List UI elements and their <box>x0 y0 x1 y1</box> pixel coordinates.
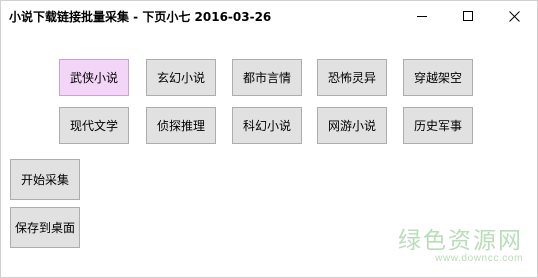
minimize-button[interactable] <box>399 1 445 31</box>
start-collect-button[interactable]: 开始采集 <box>10 159 80 200</box>
title-bar[interactable]: 小说下载链接批量采集 - 下页小七 2016-03-26 <box>1 1 537 33</box>
close-button[interactable] <box>491 1 537 31</box>
maximize-button[interactable] <box>445 1 491 31</box>
close-icon <box>508 10 520 22</box>
category-button-wangyou[interactable]: 网游小说 <box>317 107 387 144</box>
category-button-xuanhuan[interactable]: 玄幻小说 <box>146 59 216 96</box>
window-title: 小说下载链接批量采集 - 下页小七 2016-03-26 <box>9 10 272 24</box>
category-button-wuxia[interactable]: 武侠小说 <box>59 59 129 96</box>
category-button-kehuan[interactable]: 科幻小说 <box>232 107 302 144</box>
category-button-chuanyue[interactable]: 穿越架空 <box>403 59 473 96</box>
maximize-icon <box>462 10 473 21</box>
category-button-xiandai[interactable]: 现代文学 <box>59 107 129 144</box>
category-button-kongbu[interactable]: 恐怖灵异 <box>317 59 387 96</box>
save-to-desktop-button[interactable]: 保存到桌面 <box>10 207 80 248</box>
client-area: 武侠小说 玄幻小说 都市言情 恐怖灵异 穿越架空 现代文学 侦探推理 科幻小说 … <box>1 33 537 277</box>
minimize-icon <box>416 15 427 17</box>
category-button-lishi[interactable]: 历史军事 <box>403 107 473 144</box>
app-window: 小说下载链接批量采集 - 下页小七 2016-03-26 武侠小说 玄幻小说 都… <box>0 0 538 278</box>
category-button-zhentan[interactable]: 侦探推理 <box>146 107 216 144</box>
category-button-dushi[interactable]: 都市言情 <box>232 59 302 96</box>
